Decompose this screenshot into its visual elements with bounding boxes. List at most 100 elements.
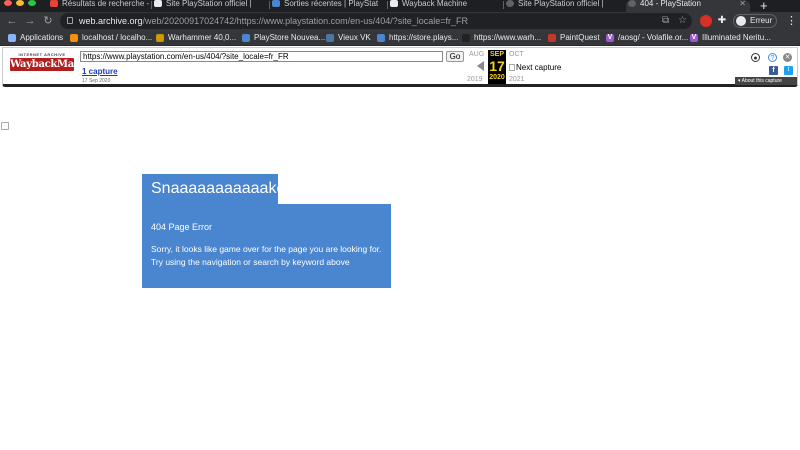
globe-icon xyxy=(506,0,514,7)
bookmark-volafile[interactable]: V/aosg/ - Volafile.or... xyxy=(606,33,688,43)
bookmark-label: https://store.plays... xyxy=(389,33,459,42)
wayback-url-input[interactable]: https://www.playstation.com/en-us/404/?s… xyxy=(80,51,443,62)
extensions-puzzle-icon[interactable]: ✚ xyxy=(716,15,728,27)
gmail-icon xyxy=(50,0,58,7)
address-path: /web/20200917024742/https://www.playstat… xyxy=(142,16,468,26)
next-year[interactable]: 2021 xyxy=(509,76,525,83)
close-window-button[interactable] xyxy=(4,0,12,6)
error-panel: 404 Page Error Sorry, it looks like game… xyxy=(142,204,391,288)
tab-gmail[interactable]: Résultats de recherche - [ xyxy=(48,0,150,12)
volafile-icon: V xyxy=(690,34,698,42)
tab-label: Sorties récentes | PlayStat xyxy=(284,0,379,8)
tab-label: Site PlayStation officiel | xyxy=(166,0,252,8)
globe-icon xyxy=(628,0,636,7)
profile-error-button[interactable]: Erreur xyxy=(733,14,777,28)
go-button[interactable]: Go xyxy=(446,51,464,62)
next-month[interactable]: OCT xyxy=(509,51,524,58)
address-url: web.archive.org/web/20200917024742/https… xyxy=(79,15,468,27)
help-icon[interactable]: ? xyxy=(768,53,777,62)
playstation-icon xyxy=(272,0,280,7)
tab-label: Résultats de recherche - [ xyxy=(62,0,150,8)
wayback-icon xyxy=(390,0,398,7)
tab-label: 404 - PlayStation xyxy=(640,0,701,8)
bookmark-label: localhost / localho... xyxy=(82,33,153,42)
bookmark-label: PaintQuest xyxy=(560,33,600,42)
bookmark-localhost[interactable]: localhost / localho... xyxy=(70,33,152,43)
tab-recent-releases[interactable]: Sorties récentes | PlayStat xyxy=(270,0,386,12)
playstore-icon xyxy=(242,34,250,42)
translate-icon[interactable]: ⧉ xyxy=(662,15,669,26)
tab-playstation-1[interactable]: Site PlayStation officiel | xyxy=(152,0,268,12)
bookmark-label: Illuminated Neritu... xyxy=(702,33,771,42)
page-title: Snaaaaaaaaaaake xyxy=(142,174,285,204)
profile-label: Erreur xyxy=(750,16,773,25)
lock-icon xyxy=(67,17,73,24)
facebook-icon[interactable]: f xyxy=(769,66,778,75)
warhammer-icon xyxy=(462,34,470,42)
next-capture-link[interactable]: Next capture xyxy=(509,63,561,72)
bookmark-label: /aosg/ - Volafile.or... xyxy=(618,33,689,42)
about-capture-label: About this capture xyxy=(741,78,782,84)
bookmark-paintquest[interactable]: PaintQuest xyxy=(548,33,600,43)
about-capture-button[interactable]: ▾ About this capture xyxy=(735,77,797,85)
captures-link[interactable]: 1 capture xyxy=(82,67,118,76)
address-bar[interactable]: web.archive.org/web/20200917024742/https… xyxy=(60,13,692,29)
twitter-icon[interactable]: t xyxy=(784,66,793,75)
broken-image-icon xyxy=(1,122,9,130)
address-domain: web.archive.org xyxy=(79,16,143,26)
bookmark-vk[interactable]: Vieux VK xyxy=(326,33,371,43)
forward-button[interactable]: → xyxy=(23,14,37,28)
playstation-icon xyxy=(154,0,162,7)
bookmark-label: PlayStore Nouvea... xyxy=(254,33,326,42)
reload-button[interactable]: ↻ xyxy=(41,14,55,28)
bookmarks-bar: Applications localhost / localho... Warh… xyxy=(0,30,800,46)
wayback-machine-wordmark: WaybackMachine xyxy=(10,58,104,71)
bookmark-warhammer-url[interactable]: https://www.warh... xyxy=(462,33,541,43)
back-button[interactable]: ← xyxy=(5,14,19,28)
tab-wayback[interactable]: Wayback Machine xyxy=(388,0,502,12)
bookmark-star-icon[interactable]: ☆ xyxy=(678,15,687,26)
warhammer-icon xyxy=(156,34,164,42)
tab-playstation-2[interactable]: Site PlayStation officiel | xyxy=(504,0,618,12)
prev-capture-arrow-icon[interactable] xyxy=(477,61,484,71)
playstation-icon xyxy=(377,34,385,42)
extension-red-icon[interactable] xyxy=(700,15,712,27)
maximize-window-button[interactable] xyxy=(28,0,36,6)
avatar xyxy=(736,16,746,26)
close-toolbar-icon[interactable]: ✕ xyxy=(783,53,792,62)
new-tab-button[interactable]: + xyxy=(760,0,768,12)
current-year: 2020 xyxy=(489,74,505,81)
wayback-toolbar: INTERNET ARCHIVE WaybackMachine https://… xyxy=(2,47,798,87)
apps-grid-icon xyxy=(8,34,16,42)
tab-label: Site PlayStation officiel | xyxy=(518,0,604,8)
bookmark-label: https://www.warh... xyxy=(474,33,542,42)
current-day: 17 xyxy=(489,58,505,74)
bookmark-label: Vieux VK xyxy=(338,33,371,42)
capture-date: 17 Sep 2020 xyxy=(82,78,111,84)
bookmark-illuminated[interactable]: V Illuminated Neritu... xyxy=(690,33,771,43)
bookmark-label: Warhammer 40,0... xyxy=(168,33,237,42)
bookmark-warhammer[interactable]: Warhammer 40,0... xyxy=(156,33,236,43)
broken-image-icon xyxy=(509,64,515,71)
vk-icon xyxy=(326,34,334,42)
tab-404-playstation[interactable]: 404 - PlayStation ✕ xyxy=(626,0,750,12)
bookmark-store-playstation[interactable]: https://store.plays... xyxy=(377,33,458,43)
user-account-icon[interactable]: ● xyxy=(751,53,760,62)
browser-toolbar: ← → ↻ web.archive.org/web/20200917024742… xyxy=(0,12,800,30)
current-capture-date: SEP 17 2020 xyxy=(488,50,506,84)
next-capture-label: Next capture xyxy=(516,63,562,72)
bookmark-playstore[interactable]: PlayStore Nouvea... xyxy=(242,33,325,43)
error-heading: 404 Page Error xyxy=(151,222,213,232)
bookmark-applications[interactable]: Applications xyxy=(8,33,63,43)
minimize-window-button[interactable] xyxy=(16,0,24,6)
close-tab-icon[interactable]: ✕ xyxy=(739,0,746,8)
menu-icon[interactable]: ⋮ xyxy=(786,14,797,27)
tab-strip: Résultats de recherche - [ Site PlayStat… xyxy=(0,0,800,12)
internet-archive-label: INTERNET ARCHIVE xyxy=(18,52,66,57)
volafile-icon: V xyxy=(606,34,614,42)
error-message: Sorry, it looks like game over for the p… xyxy=(151,244,382,267)
prev-month[interactable]: AUG xyxy=(469,51,484,58)
wayback-logo[interactable]: INTERNET ARCHIVE WaybackMachine xyxy=(10,52,104,74)
tab-label: Wayback Machine xyxy=(402,0,468,8)
prev-year[interactable]: 2019 xyxy=(467,76,483,83)
